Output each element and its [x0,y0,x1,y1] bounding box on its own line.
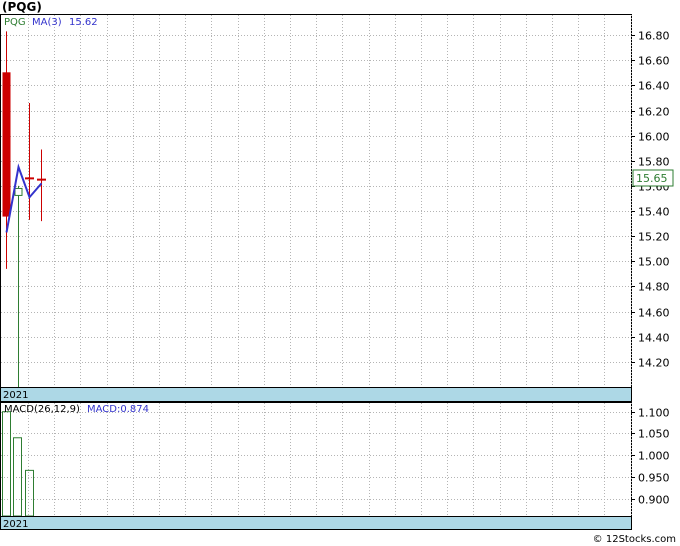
price-tick-label: 14.80 [638,281,670,294]
macd-tick-label: 1.050 [638,428,670,441]
price-tick-label: 15.00 [638,256,670,269]
macd-tick-label: 0.950 [638,472,670,485]
price-year-band [0,387,632,402]
stock-chart: (PQG) 14.20 14.40 14.60 14.80 15.00 15.20 15.4… [0,0,676,545]
price-tick-label: 16.80 [638,30,670,43]
price-tick-label: 16.60 [638,55,670,68]
price-tick-label: 15.40 [638,206,670,219]
price-tick-label: 16.00 [638,131,670,144]
symbol-label: PQG [4,17,26,28]
macd-tick-label: 1.000 [638,450,670,463]
macd-y-axis: 0.900 0.950 1.000 1.050 1.100 [631,407,670,507]
last-price-marker: 15.65 [632,169,674,187]
price-year-label: 2021 [3,390,28,401]
candle-body [14,187,23,196]
macd-tick-label: 0.900 [638,494,670,507]
price-tick-label: 16.40 [638,80,670,93]
macd-year-label: 2021 [3,519,28,530]
macd-year-band [0,516,632,530]
last-price-value: 15.65 [636,172,668,185]
price-tick-label: 14.40 [638,332,670,345]
chart-title: (PQG) [2,0,42,14]
price-tick-label: 15.80 [638,156,670,169]
price-tick-label: 16.20 [638,106,670,119]
candle-body [2,72,11,217]
ma-label: MA(3) [32,17,62,28]
macd-tick-label: 1.100 [638,407,670,420]
macd-value-label: MACD:0.874 [87,404,149,415]
watermark: © 12Stocks.com [593,534,676,545]
ma-value: 15.62 [69,17,98,28]
price-tick-label: 15.20 [638,231,670,244]
price-tick-label: 14.60 [638,307,670,320]
macd-label: MACD(26,12,9) [4,404,80,415]
price-tick-label: 14.20 [638,357,670,370]
price-y-axis: 14.2014.4014.6014.8015.0015.2015.4015.60… [631,30,670,370]
